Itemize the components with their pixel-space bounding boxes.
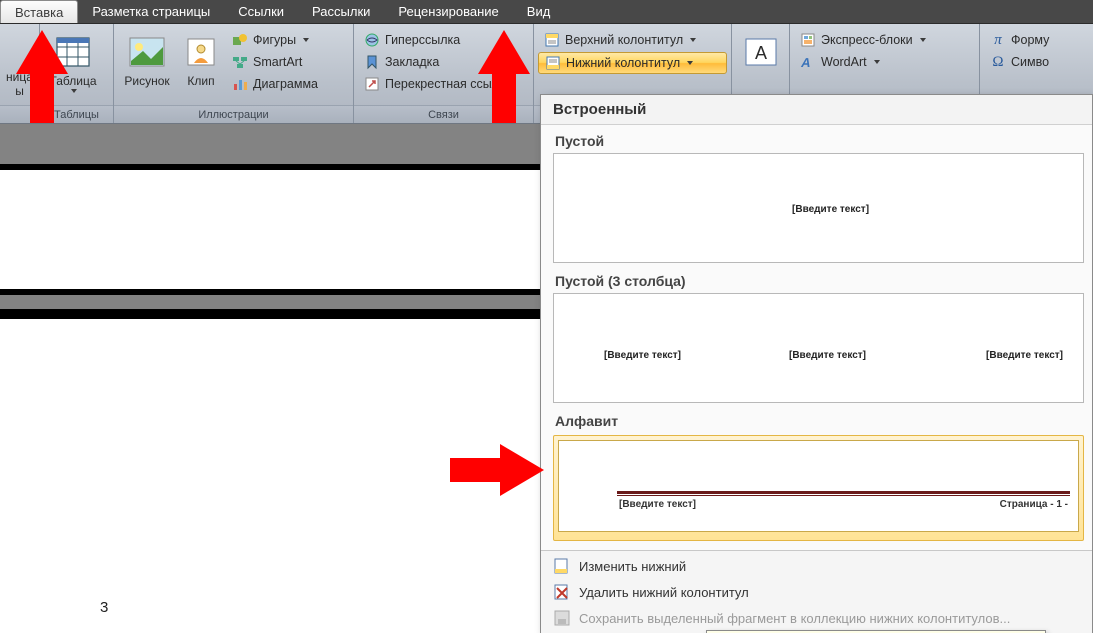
wordart-icon: A	[800, 54, 816, 70]
placeholder-text: [Введите текст]	[604, 350, 681, 361]
equation-icon: π	[990, 32, 1006, 48]
prev-page-bottom	[0, 170, 540, 289]
chevron-down-icon	[71, 88, 78, 95]
chevron-down-icon	[303, 37, 310, 44]
symbol-icon: Ω	[990, 54, 1006, 70]
quickparts-icon	[800, 32, 816, 48]
placeholder-text: [Введите текст]	[619, 499, 696, 510]
gallery-header: Встроенный	[541, 95, 1092, 125]
alphabet-divider	[617, 491, 1070, 496]
tab-review[interactable]: Рецензирование	[384, 0, 512, 23]
gallery-item-3col[interactable]: [Введите текст] [Введите текст] [Введите…	[553, 293, 1084, 403]
pages-sub: ы	[15, 84, 24, 98]
equation-label: Форму	[1011, 33, 1049, 47]
textbox-button[interactable]: A	[736, 28, 785, 104]
picture-button[interactable]: Рисунок	[118, 28, 176, 104]
edit-icon	[553, 557, 571, 575]
gallery-item-alphabet[interactable]: [Введите текст] Страница - 1 -	[553, 435, 1084, 541]
picture-label: Рисунок	[124, 74, 169, 88]
symbol-button[interactable]: Ω Симво	[984, 52, 1086, 72]
tab-page-layout[interactable]: Разметка страницы	[78, 0, 224, 23]
remove-footer-label: Удалить нижний колонтитул	[579, 585, 749, 600]
wordart-button[interactable]: A WordArt	[794, 52, 975, 72]
clip-button[interactable]: Клип	[178, 28, 224, 104]
gallery-item-title-blank: Пустой	[553, 127, 1084, 153]
chart-label: Диаграмма	[253, 77, 318, 91]
tabs-bar: Вставка Разметка страницы Ссылки Рассылк…	[0, 0, 1093, 24]
crossref-label: Перекрестная ссылк	[385, 77, 505, 91]
gallery-item-title-3col: Пустой (3 столбца)	[553, 267, 1084, 293]
remove-footer-button[interactable]: Удалить нижний колонтитул	[541, 579, 1092, 605]
textbox-icon: A	[741, 32, 781, 72]
shapes-label: Фигуры	[253, 33, 296, 47]
clip-label: Клип	[187, 74, 214, 88]
tab-insert[interactable]: Вставка	[0, 0, 78, 23]
svg-text:A: A	[754, 43, 766, 63]
annotation-arrow-footer-btn	[478, 30, 530, 74]
svg-text:A: A	[800, 55, 813, 70]
smartart-button[interactable]: SmartArt	[226, 52, 344, 72]
footer-icon	[545, 55, 561, 71]
chevron-down-icon	[920, 37, 927, 44]
save-icon	[553, 609, 571, 627]
smartart-label: SmartArt	[253, 55, 302, 69]
save-selection-label: Сохранить выделенный фрагмент в коллекци…	[579, 611, 1010, 626]
smartart-icon	[232, 54, 248, 70]
annotation-arrow-gallery	[500, 444, 544, 496]
quickparts-label: Экспресс-блоки	[821, 33, 913, 47]
hyperlink-icon	[364, 32, 380, 48]
page-indicator: Страница - 1 -	[1000, 499, 1068, 510]
header-icon	[544, 32, 560, 48]
gallery-list: Пустой [Введите текст] Пустой (3 столбца…	[541, 125, 1092, 550]
tab-view[interactable]: Вид	[513, 0, 565, 23]
bookmark-label: Закладка	[385, 55, 439, 69]
placeholder-text: [Введите текст]	[792, 204, 869, 215]
chevron-down-icon	[874, 59, 881, 66]
tab-mailings[interactable]: Рассылки	[298, 0, 384, 23]
footer-button[interactable]: Нижний колонтитул	[538, 52, 727, 74]
edit-footer-button[interactable]: Изменить нижний	[541, 553, 1092, 579]
workspace: 3 Встроенный Пустой [Введите текст] Пуст…	[0, 124, 1093, 633]
table-label: Таблица	[49, 74, 96, 88]
tab-references[interactable]: Ссылки	[224, 0, 298, 23]
group-illust-label: Иллюстрации	[114, 105, 353, 123]
gallery-footer: Изменить нижний Удалить нижний колонтиту…	[541, 550, 1092, 633]
clip-icon	[181, 32, 221, 72]
chart-icon	[232, 76, 248, 92]
quickparts-button[interactable]: Экспресс-блоки	[794, 30, 975, 50]
group-illustrations: Рисунок Клип Фигуры	[114, 24, 354, 123]
edit-footer-label: Изменить нижний	[579, 559, 686, 574]
chevron-down-icon	[687, 60, 694, 67]
wordart-label: WordArt	[821, 55, 867, 69]
equation-button[interactable]: π Форму	[984, 30, 1086, 50]
placeholder-text: [Введите текст]	[986, 350, 1063, 361]
picture-icon	[127, 32, 167, 72]
delete-icon	[553, 583, 571, 601]
header-label: Верхний колонтитул	[565, 33, 683, 47]
footer-label: Нижний колонтитул	[566, 56, 680, 70]
gallery-item-title-alphabet: Алфавит	[553, 407, 1084, 433]
page-gap-bottom	[0, 289, 540, 295]
symbol-label: Симво	[1011, 55, 1049, 69]
shapes-button[interactable]: Фигуры	[226, 30, 344, 50]
crossref-icon	[364, 76, 380, 92]
chevron-down-icon	[690, 37, 697, 44]
gallery-item-blank[interactable]: [Введите текст]	[553, 153, 1084, 263]
hyperlink-label: Гиперссылка	[385, 33, 460, 47]
bookmark-icon	[364, 54, 380, 70]
header-button[interactable]: Верхний колонтитул	[538, 30, 727, 50]
placeholder-text: [Введите текст]	[789, 350, 866, 361]
chart-button[interactable]: Диаграмма	[226, 74, 344, 94]
save-selection-button: Сохранить выделенный фрагмент в коллекци…	[541, 605, 1092, 631]
shapes-icon	[232, 32, 248, 48]
footer-gallery: Встроенный Пустой [Введите текст] Пустой…	[540, 94, 1093, 633]
annotation-arrow-tab	[16, 30, 68, 74]
page-number: 3	[100, 599, 108, 616]
